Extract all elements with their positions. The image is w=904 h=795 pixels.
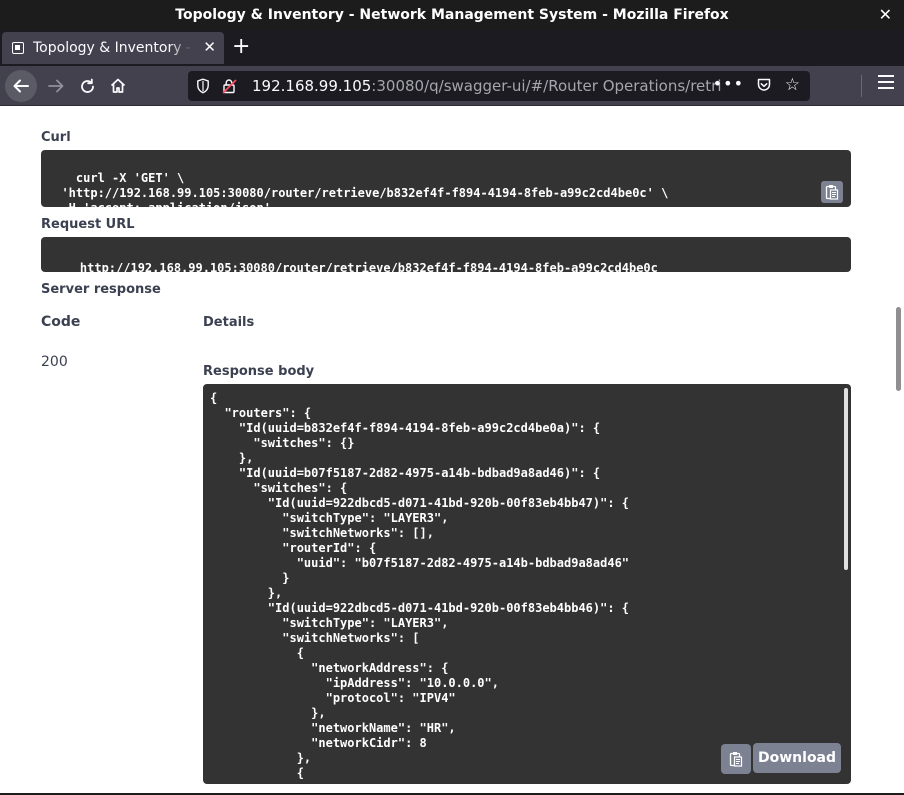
url-text[interactable]: 192.168.99.105:30080/q/swagger-ui/#/Rout… (252, 77, 722, 95)
clipboard-icon (825, 185, 839, 200)
new-tab-icon[interactable]: + (232, 34, 250, 60)
address-bar[interactable]: 192.168.99.105:30080/q/swagger-ui/#/Rout… (188, 71, 810, 101)
tab-close-icon[interactable]: ✕ (203, 38, 216, 56)
copy-response-button[interactable] (721, 744, 751, 774)
insecure-lock-icon[interactable] (222, 78, 240, 94)
code-column-header: Code (41, 314, 81, 330)
copy-curl-button[interactable] (821, 181, 843, 203)
response-body-block[interactable]: { "routers": { "Id(uuid=b832ef4f-f894-41… (203, 384, 851, 784)
response-status-code: 200 (41, 354, 68, 370)
tab-title: Topology & Inventory - Network Managemen… (33, 40, 193, 56)
curl-command-text: curl -X 'GET' \ 'http://192.168.99.105:3… (61, 171, 669, 215)
bookmark-star-icon[interactable]: ☆ (785, 75, 800, 95)
arrow-right-icon (48, 79, 64, 93)
window-title: Topology & Inventory - Network Managemen… (175, 7, 729, 23)
curl-command-block: curl -X 'GET' \ 'http://192.168.99.105:3… (41, 150, 851, 215)
page-actions-menu-icon[interactable]: ••• (713, 74, 744, 93)
url-path: :30080/q/swagger-ui/#/Router Operations/… (371, 77, 722, 95)
tab-strip: Topology & Inventory - Network Managemen… (0, 30, 904, 66)
url-host: 192.168.99.105 (252, 77, 372, 95)
response-body-text: { "routers": { "Id(uuid=b832ef4f-f894-41… (210, 391, 630, 780)
server-response-label: Server response (41, 282, 161, 297)
details-column-header: Details (203, 315, 255, 330)
tracking-protection-shield-icon[interactable] (196, 78, 214, 94)
hamburger-menu-icon[interactable] (878, 75, 894, 93)
forward-button[interactable] (42, 72, 70, 100)
page-content: Curl curl -X 'GET' \ 'http://192.168.99.… (0, 107, 904, 795)
window-titlebar: Topology & Inventory - Network Managemen… (0, 0, 904, 30)
response-body-label: Response body (203, 364, 315, 379)
page-favicon-icon (12, 42, 24, 54)
home-button[interactable] (104, 72, 132, 100)
reload-button[interactable] (73, 72, 101, 100)
home-icon (110, 78, 126, 93)
download-button[interactable]: Download (753, 743, 842, 773)
pocket-icon[interactable] (756, 77, 772, 97)
toolbar-separator (861, 75, 862, 97)
response-body-scrollbar[interactable] (844, 388, 848, 570)
page-scrollbar[interactable] (896, 307, 901, 391)
request-url-text: http://192.168.99.105:30080/router/retri… (79, 261, 658, 275)
navigation-toolbar: 192.168.99.105:30080/q/swagger-ui/#/Rout… (0, 66, 904, 106)
request-url-block: http://192.168.99.105:30080/router/retri… (41, 237, 851, 275)
browser-tab[interactable]: Topology & Inventory - Network Managemen… (2, 32, 224, 64)
clipboard-icon (729, 752, 743, 767)
back-button[interactable] (5, 70, 37, 102)
arrow-left-icon (13, 79, 29, 93)
request-url-label: Request URL (41, 217, 135, 232)
window-close-icon[interactable]: ✕ (879, 5, 892, 24)
curl-label: Curl (41, 130, 71, 145)
reload-icon (80, 78, 94, 93)
